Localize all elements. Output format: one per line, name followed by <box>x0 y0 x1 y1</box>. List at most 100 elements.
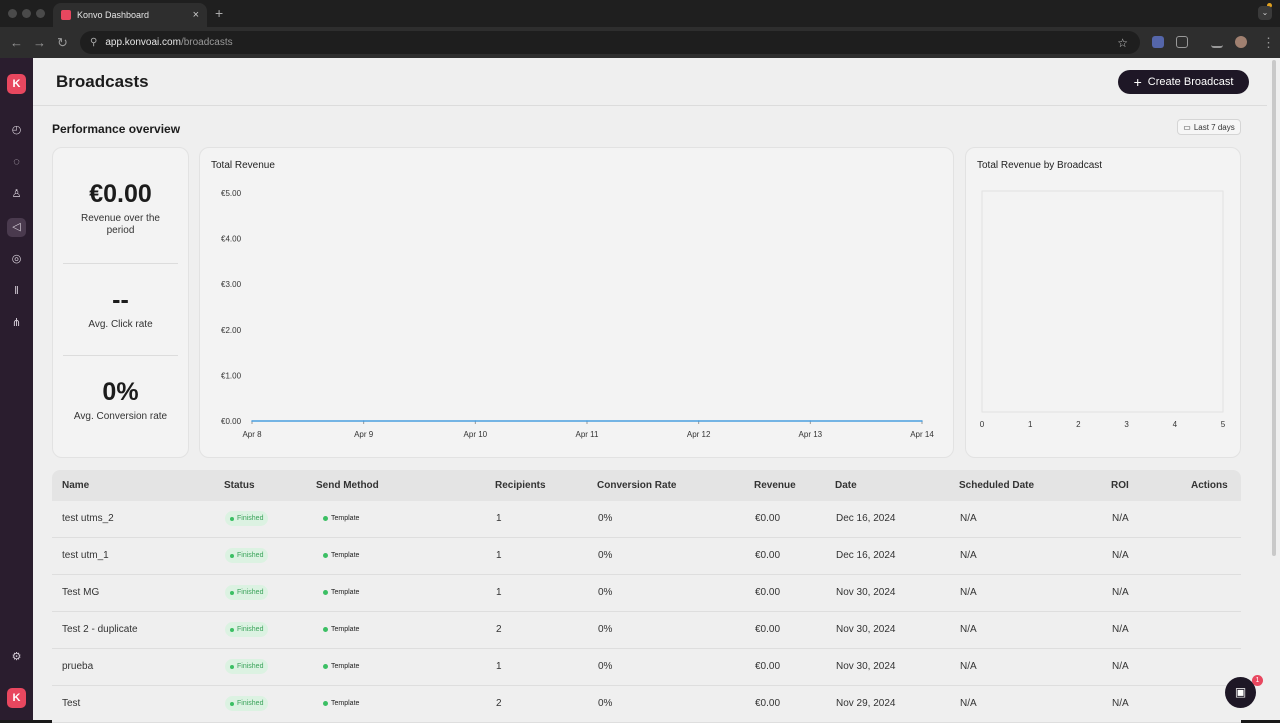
tab-close-icon[interactable]: × <box>193 9 199 21</box>
scheduled-date-cell: N/A <box>960 698 977 709</box>
data-point[interactable] <box>474 420 477 422</box>
broadcast-name[interactable]: Test 2 - duplicate <box>62 624 138 635</box>
broadcast-name[interactable]: test utms_2 <box>62 513 114 524</box>
library-icon[interactable]: ‖ <box>7 282 26 301</box>
revenue-cell: €0.00 <box>755 587 781 598</box>
date-range-button[interactable]: ▭ Last 7 days <box>1177 119 1241 135</box>
date-cell: Nov 30, 2024 <box>836 587 896 598</box>
revenue-cell: €0.00 <box>755 513 781 524</box>
column-header[interactable]: ROI <box>1111 480 1129 491</box>
table-row[interactable]: prueba Finished Template 1 0% €0.00 Nov 30, 20… <box>52 649 1241 686</box>
table-row[interactable]: test utms_2 Finished Template 1 0% €0.00 Dec 1… <box>52 501 1241 538</box>
x-tick-label: Apr 13 <box>799 430 823 439</box>
lightbulb-icon[interactable]: ◎ <box>7 250 26 269</box>
tab-search-icon[interactable]: ⌄ <box>1258 6 1272 20</box>
send-method-badge: Template <box>323 623 359 636</box>
status-text: Finished <box>237 515 264 522</box>
kpi-value: €0.00 <box>89 180 152 208</box>
create-broadcast-button[interactable]: + Create Broadcast <box>1118 70 1249 94</box>
column-header[interactable]: Name <box>62 480 89 491</box>
column-header[interactable]: Date <box>835 480 857 491</box>
conversion-cell: 0% <box>598 513 613 524</box>
account-logo-icon[interactable]: K <box>7 688 26 708</box>
site-info-icon[interactable]: ⚲ <box>90 37 97 48</box>
url-field[interactable]: ⚲ app.konvoai.com/broadcasts ☆ <box>80 31 1140 54</box>
divider <box>63 355 178 356</box>
back-icon[interactable]: ← <box>10 35 23 50</box>
data-point[interactable] <box>251 420 253 422</box>
column-header[interactable]: Send Method <box>316 480 379 491</box>
roi-cell: N/A <box>1112 550 1129 561</box>
reload-icon[interactable]: ↻ <box>57 35 68 51</box>
recipients-cell: 1 <box>496 513 502 524</box>
profile-avatar[interactable] <box>1235 36 1247 48</box>
column-header[interactable]: Status <box>224 480 255 491</box>
date-range-label: Last 7 days <box>1193 122 1235 132</box>
x-tick-label: 2 <box>1076 420 1081 429</box>
contacts-icon[interactable]: ♙ <box>7 185 26 204</box>
column-header[interactable]: Revenue <box>754 480 796 491</box>
settings-icon[interactable]: ⚙ <box>7 648 26 667</box>
scheduled-date-cell: N/A <box>960 624 977 635</box>
data-point[interactable] <box>586 420 588 422</box>
status-text: Finished <box>237 626 264 633</box>
konvo-logo-icon[interactable]: K <box>7 74 26 94</box>
status-badge: Finished <box>225 622 269 637</box>
broadcast-name[interactable]: test utm_1 <box>62 550 109 561</box>
status-dot-icon <box>230 627 234 632</box>
address-bar-row: ← → ↻ ⚲ app.konvoai.com/broadcasts ☆ ⋮ <box>0 27 1280 58</box>
table-row[interactable]: Test Finished Template 2 0% €0.00 Nov 29, 2024… <box>52 686 1241 723</box>
plot-area <box>981 190 1224 413</box>
broadcast-name[interactable]: Test MG <box>62 587 99 598</box>
date-cell: Nov 30, 2024 <box>836 624 896 635</box>
x-tick-label: Apr 14 <box>910 430 934 439</box>
dashboard-icon[interactable]: ◴ <box>7 121 26 140</box>
send-method-badge: Template <box>323 586 359 599</box>
table-row[interactable]: Test MG Finished Template 1 0% €0.00 Nov 30, 2… <box>52 575 1241 612</box>
broadcasts-table: Name Status Send Method Recipients Conversio… <box>52 470 1241 723</box>
date-cell: Nov 29, 2024 <box>836 698 896 709</box>
x-tick-label: 3 <box>1124 420 1129 429</box>
scrollbar[interactable] <box>1272 60 1276 556</box>
column-header[interactable]: Recipients <box>495 480 546 491</box>
download-icon[interactable] <box>1211 36 1223 48</box>
divider <box>63 263 178 264</box>
column-header[interactable]: Scheduled Date <box>959 480 1034 491</box>
broadcast-name[interactable]: prueba <box>62 661 93 672</box>
bookmark-star-icon[interactable]: ☆ <box>1117 36 1128 50</box>
status-dot-icon <box>230 590 234 595</box>
table-body: test utms_2 Finished Template 1 0% €0.00 Dec 1… <box>52 501 1241 723</box>
browser-tab[interactable]: Konvo Dashboard × <box>53 3 207 27</box>
megaphone-icon[interactable]: ◁ <box>7 218 26 237</box>
window-zoom-dot[interactable] <box>36 9 45 18</box>
create-broadcast-label: Create Broadcast <box>1147 76 1234 88</box>
data-point[interactable] <box>362 420 365 422</box>
data-point[interactable] <box>921 420 923 422</box>
new-tab-icon[interactable]: + <box>215 5 223 21</box>
table-row[interactable]: test utm_1 Finished Template 1 0% €0.00 Dec 16… <box>52 538 1241 575</box>
column-header: Actions <box>1191 480 1228 491</box>
scheduled-date-cell: N/A <box>960 661 977 672</box>
method-dot-icon <box>323 701 328 706</box>
recipients-cell: 2 <box>496 698 502 709</box>
window-close-dot[interactable] <box>8 9 17 18</box>
data-point[interactable] <box>697 420 700 422</box>
x-tick-label: Apr 11 <box>576 430 600 439</box>
send-method-badge: Template <box>323 660 359 673</box>
window-minimize-dot[interactable] <box>22 9 31 18</box>
recipients-cell: 1 <box>496 587 502 598</box>
flow-icon[interactable]: ⋔ <box>7 314 26 333</box>
kpi-revenue: €0.00 Revenue over the period <box>53 180 188 237</box>
page-title: Broadcasts <box>56 72 149 91</box>
forward-icon[interactable]: → <box>33 35 46 50</box>
main-content: Broadcasts + Create Broadcast Performanc… <box>33 58 1280 723</box>
broadcast-name[interactable]: Test <box>62 698 80 709</box>
chat-icon[interactable]: ◌ <box>7 153 26 172</box>
column-header[interactable]: Conversion Rate <box>597 480 676 491</box>
table-row[interactable]: Test 2 - duplicate Finished Template 2 0% €0.… <box>52 612 1241 649</box>
browser-menu-icon[interactable]: ⋮ <box>1262 35 1275 51</box>
data-point[interactable] <box>809 420 812 422</box>
extensions-puzzle-icon[interactable] <box>1176 36 1188 48</box>
extension-icon[interactable] <box>1152 36 1164 48</box>
tab-title: Konvo Dashboard <box>77 10 150 20</box>
